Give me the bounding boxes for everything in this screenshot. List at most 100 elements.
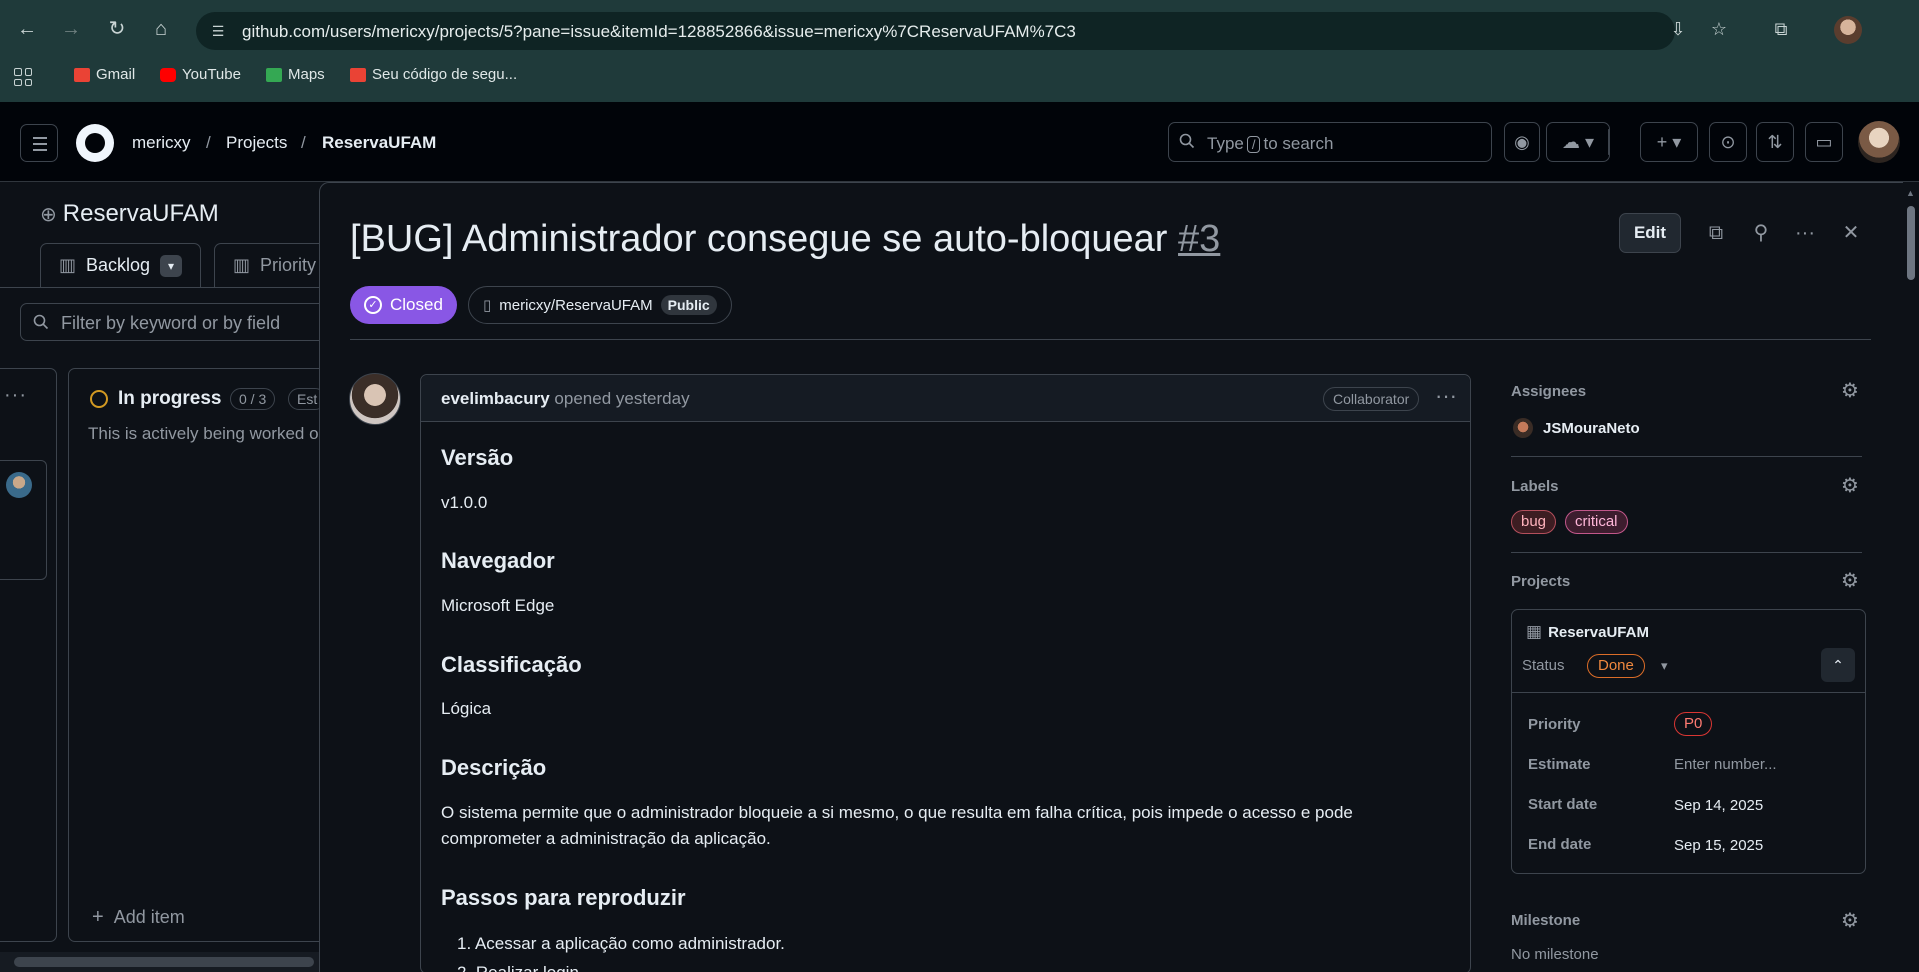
search-input[interactable]: Type / to search: [1168, 122, 1492, 162]
author-avatar[interactable]: [349, 373, 401, 425]
assignees-heading: Assignees: [1511, 383, 1587, 400]
labels-heading: Labels: [1511, 478, 1559, 495]
start-date-value[interactable]: Sep 14, 2025: [1674, 797, 1763, 814]
breadcrumb-owner[interactable]: mericxy: [132, 133, 191, 153]
bookmark-security-code[interactable]: Seu código de segu...: [350, 66, 517, 83]
header-divider: [1608, 129, 1609, 155]
status-value[interactable]: Done: [1587, 654, 1645, 678]
collapse-chevron-icon[interactable]: ⌃: [1821, 648, 1855, 682]
gmail-icon: [74, 67, 90, 82]
github-header: mericxy / Projects / ReservaUFAM Type / to…: [0, 102, 1919, 182]
github-logo-icon[interactable]: [76, 124, 114, 162]
field-label-end-date: End date: [1528, 836, 1592, 853]
search-icon: [1179, 133, 1195, 149]
copilot-icon[interactable]: ◉: [1504, 122, 1540, 162]
copy-icon[interactable]: ⧉: [1703, 220, 1729, 246]
estimate-input[interactable]: Enter number...: [1674, 756, 1777, 773]
filter-input[interactable]: Filter by keyword or by field: [20, 303, 340, 341]
divider: [1511, 456, 1862, 457]
bookmark-youtube[interactable]: YouTube: [160, 66, 241, 83]
labels-gear-icon[interactable]: ⚙: [1840, 476, 1860, 496]
divider: [350, 339, 1871, 340]
scrollbar-thumb[interactable]: [1907, 206, 1915, 280]
table-icon: ▦: [1526, 622, 1543, 641]
list-item: 1. Acessar a aplicação como administrado…: [457, 934, 785, 953]
more-options-icon[interactable]: ···: [1792, 220, 1818, 246]
board-column: [0, 368, 57, 942]
divider: [1512, 692, 1865, 693]
repository-badge[interactable]: ▯ mericxy/ReservaUFAM Public: [468, 286, 732, 324]
tab-priority[interactable]: ▥ Priority: [214, 243, 336, 287]
assignee[interactable]: JSMouraNeto: [1513, 418, 1640, 438]
section-heading: Descrição: [441, 755, 547, 780]
install-app-icon[interactable]: ⇩: [1665, 16, 1691, 42]
search-shortcut-key: /: [1246, 136, 1261, 153]
label-critical[interactable]: critical: [1565, 510, 1628, 534]
divider: [1511, 552, 1862, 553]
author-link[interactable]: evelimbacury: [441, 389, 550, 408]
url-text[interactable]: github.com/users/mericxy/projects/5?pane…: [242, 22, 1076, 42]
back-icon[interactable]: ←: [12, 14, 42, 44]
column-menu-icon[interactable]: ···: [4, 384, 27, 407]
home-icon[interactable]: ⌂: [146, 14, 176, 44]
comment-options-icon[interactable]: ···: [1435, 383, 1457, 409]
breadcrumb-project[interactable]: ReservaUFAM: [322, 133, 436, 153]
breadcrumb-separator: /: [301, 133, 306, 152]
tab-underline: [0, 287, 330, 288]
status-label: Status: [1522, 657, 1565, 674]
priority-value[interactable]: P0: [1674, 712, 1713, 736]
tab-options-chevron-icon[interactable]: ▾: [160, 254, 183, 277]
milestone-gear-icon[interactable]: ⚙: [1840, 911, 1860, 931]
visibility-badge: Public: [660, 295, 717, 315]
board-icon: ▥: [59, 255, 77, 275]
section-heading: Passos para reproduzir: [441, 885, 686, 910]
section-text: Microsoft Edge: [441, 596, 555, 615]
add-item-button[interactable]: + Add item: [92, 906, 185, 929]
pin-icon[interactable]: ⚲: [1748, 220, 1774, 246]
projects-gear-icon[interactable]: ⚙: [1840, 571, 1860, 591]
comment-header: evelimbacury opened yesterday Collaborat…: [421, 375, 1470, 422]
board-icon: ▥: [233, 255, 251, 275]
vertical-scrollbar[interactable]: ▲: [1903, 182, 1919, 972]
issue-title: [BUG] Administrador consegue se auto-blo…: [350, 218, 1221, 260]
section-heading: Classificação: [441, 652, 582, 677]
bookmark-gmail[interactable]: Gmail: [74, 66, 135, 83]
reload-icon[interactable]: ↻: [102, 14, 132, 44]
site-info-icon[interactable]: ☰: [208, 21, 228, 41]
status-dropdown-icon[interactable]: ▾: [1661, 658, 1668, 674]
scrollbar-thumb[interactable]: [14, 957, 314, 967]
close-icon[interactable]: ✕: [1838, 220, 1864, 246]
tab-backlog[interactable]: ▥ Backlog ▾: [40, 243, 202, 287]
browser-profile-avatar[interactable]: [1834, 16, 1862, 44]
label-bug[interactable]: bug: [1511, 510, 1557, 534]
create-new-button[interactable]: + ▾: [1640, 122, 1698, 162]
column-description: This is actively being worked o: [88, 424, 319, 443]
end-date-value[interactable]: Sep 15, 2025: [1674, 837, 1763, 854]
field-label-estimate: Estimate: [1528, 756, 1591, 773]
address-bar[interactable]: ☰ github.com/users/mericxy/projects/5?pa…: [196, 12, 1675, 50]
bookmarks-bar: Gmail YouTube Maps Seu código de segu...: [0, 60, 1919, 92]
in-progress-status-icon: [90, 390, 108, 408]
breadcrumb-projects[interactable]: Projects: [226, 133, 287, 153]
field-label-priority: Priority: [1528, 716, 1581, 733]
user-avatar[interactable]: [1858, 121, 1900, 163]
milestone-value: No milestone: [1511, 946, 1599, 963]
pull-requests-icon[interactable]: ⇅: [1756, 122, 1794, 162]
forward-icon[interactable]: →: [56, 14, 86, 44]
bookmark-maps[interactable]: Maps: [266, 66, 325, 83]
menu-button[interactable]: [20, 124, 58, 162]
horizontal-scrollbar[interactable]: [0, 952, 330, 972]
issue-number-link[interactable]: #3: [1178, 218, 1220, 260]
inbox-icon[interactable]: ▭: [1805, 122, 1843, 162]
edit-button[interactable]: Edit: [1619, 213, 1681, 253]
issues-icon[interactable]: ⊙: [1709, 122, 1747, 162]
bookmark-star-icon[interactable]: ☆: [1706, 16, 1732, 42]
extensions-icon[interactable]: ⧉: [1768, 16, 1794, 42]
section-heading: Versão: [441, 445, 514, 470]
scroll-up-icon[interactable]: ▲: [1906, 188, 1915, 198]
copilot-dropdown-button[interactable]: ☁ ▾: [1546, 122, 1610, 162]
repo-icon: ▯: [483, 297, 492, 314]
search-icon: [33, 314, 49, 330]
project-link[interactable]: ReservaUFAM: [1548, 624, 1649, 641]
assignees-gear-icon[interactable]: ⚙: [1840, 381, 1860, 401]
